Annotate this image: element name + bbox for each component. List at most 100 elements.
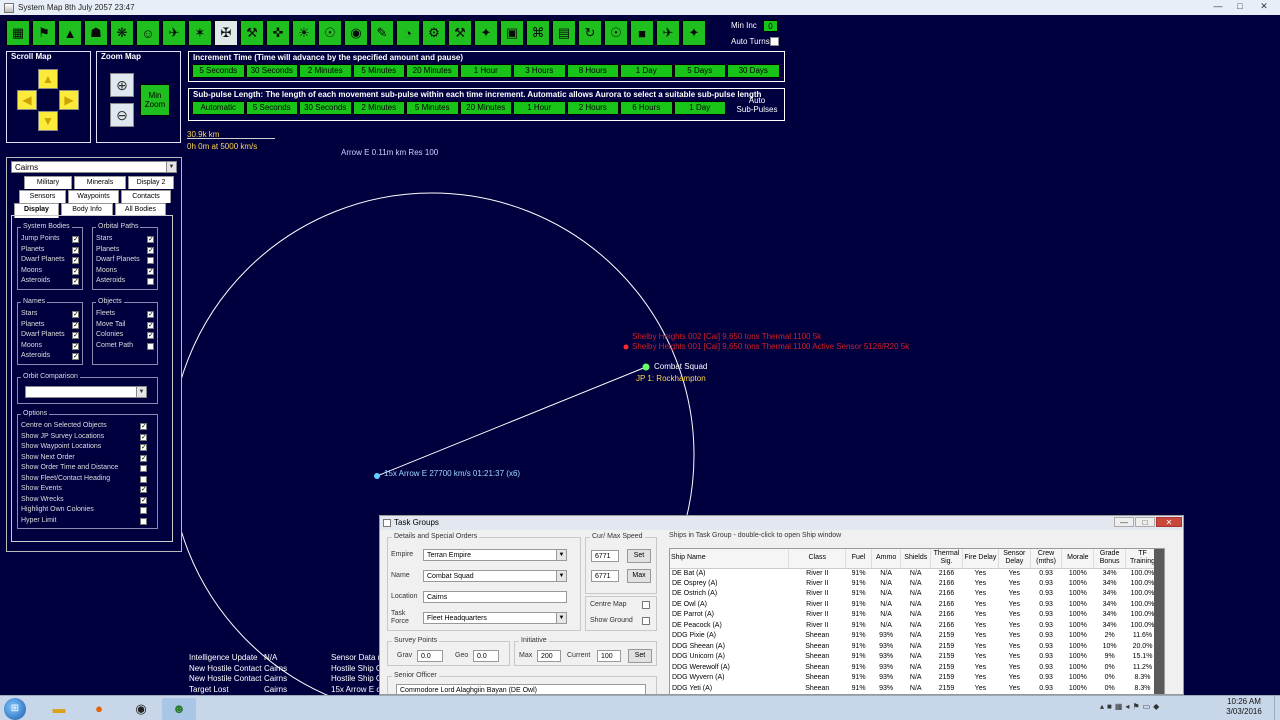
column-header[interactable]: Crew (mths) (1030, 549, 1063, 569)
task-group-select[interactable]: Combat Squad ▼ (423, 570, 567, 582)
tab-sensors[interactable]: Sensors (19, 190, 66, 203)
maximize-button[interactable]: □ (1230, 1, 1250, 13)
table-row[interactable]: DDG Yeti (A) Sheean 91% 93% N/A 2159 Yes Yes 0.9… (670, 684, 1160, 695)
column-header[interactable]: Morale (1061, 549, 1095, 569)
initiative-current-field[interactable]: 100 (597, 650, 621, 662)
auto-subpulses-label[interactable]: Auto Sub-Pulses (729, 96, 785, 114)
increment-button-30-seconds[interactable]: 30 Seconds (245, 64, 298, 78)
subpulse-button-30-seconds[interactable]: 30 Seconds (299, 101, 352, 115)
option-checkbox[interactable]: ✓ (72, 246, 79, 254)
auto-turns-checkbox[interactable] (770, 37, 779, 46)
show-ground-checkbox[interactable] (642, 617, 650, 625)
option-checkbox[interactable]: ✓ (140, 433, 147, 441)
table-row[interactable]: DDG Unicorn (A) Sheean 91% 93% N/A 2159 Yes Yes… (670, 652, 1160, 663)
task-force-select[interactable]: Fleet Headquarters ▼ (423, 612, 567, 624)
ground-unit-icon[interactable]: ⚙ (422, 20, 446, 46)
system-tray[interactable]: ▴ ■ ▦ ◂ ⚑ ▭ ◆ (1100, 702, 1159, 711)
tray-up-icon[interactable]: ▴ (1100, 702, 1104, 711)
research-icon[interactable]: ☗ (84, 20, 108, 46)
column-header[interactable]: Grade Bonus (1093, 549, 1127, 569)
tab-contacts[interactable]: Contacts (121, 190, 171, 203)
column-header[interactable]: Thermal Sig. (930, 549, 963, 569)
subpulse-button-5-seconds[interactable]: 5 Seconds (245, 101, 298, 115)
subpulse-button-5-minutes[interactable]: 5 Minutes (406, 101, 459, 115)
option-checkbox[interactable]: ✓ (140, 444, 147, 451)
option-checkbox[interactable]: ✓ (147, 332, 154, 339)
obs-icon[interactable]: ◉ (124, 698, 158, 720)
alien-icon[interactable]: ◉ (344, 20, 368, 46)
fighter-icon[interactable]: ✠ (214, 20, 238, 46)
table-row[interactable]: DE Bat (A) River II 91% N/A N/A 2166 Yes Yes 0.9… (670, 568, 1160, 579)
table-row[interactable]: DDG Wyvern (A) Sheean 91% 93% N/A 2159 Yes Yes 0… (670, 673, 1160, 684)
option-checkbox[interactable] (147, 257, 154, 264)
zoom-out-icon[interactable]: ⊖ (110, 103, 134, 127)
missile-icon[interactable]: ✶ (188, 20, 212, 46)
increment-button-1-hour[interactable]: 1 Hour (459, 64, 512, 78)
current-speed-field[interactable]: 6771 (591, 550, 619, 562)
option-checkbox[interactable]: ✓ (140, 496, 147, 504)
option-checkbox[interactable]: ✓ (140, 454, 147, 462)
option-checkbox[interactable]: ✓ (72, 332, 79, 339)
column-header[interactable]: Sensor Delay (998, 549, 1031, 569)
events-icon[interactable]: ↻ (578, 20, 602, 46)
increment-button-5-minutes[interactable]: 5 Minutes (352, 64, 405, 78)
globe-icon[interactable]: ◔ (396, 20, 420, 46)
column-header[interactable]: Ammo (871, 549, 902, 569)
orbit-comparison-select[interactable]: ▼ (25, 386, 147, 398)
option-checkbox[interactable]: ✓ (72, 257, 79, 264)
subpulse-button-1-day[interactable]: 1 Day (673, 101, 726, 115)
increment-button-5-seconds[interactable]: 5 Seconds (192, 64, 245, 78)
column-header[interactable]: Fire Delay (962, 549, 999, 569)
tg-close-button[interactable]: ✕ (1156, 517, 1182, 527)
scroll-up-arrow-icon[interactable]: ▲ (38, 69, 58, 89)
table-row[interactable]: DDG Werewolf (A) Sheean 91% 93% N/A 2159 Yes Ye… (670, 663, 1160, 674)
table-row[interactable]: DE Parrot (A) River II 91% N/A N/A 2166 Yes Yes… (670, 610, 1160, 621)
tech-icon[interactable]: ⌘ (526, 20, 550, 46)
option-checkbox[interactable]: ✓ (72, 342, 79, 350)
increment-button-8-hours[interactable]: 8 Hours (566, 64, 619, 78)
task-groups-titlebar[interactable]: Task Groups — □ ✕ (380, 516, 1183, 530)
taskbar-clock[interactable]: 10:26 AM 3/03/2016 (1218, 697, 1270, 717)
column-header[interactable]: Fuel (845, 549, 872, 569)
sun-icon[interactable]: ☀ (292, 20, 316, 46)
option-checkbox[interactable]: ✓ (140, 423, 147, 430)
option-checkbox[interactable] (147, 342, 154, 350)
table-row[interactable]: DE Peacock (A) River II 91% N/A N/A 2166 Yes Ye… (670, 621, 1160, 632)
tray-shield-icon[interactable]: ◆ (1153, 702, 1159, 711)
tray-app-icon[interactable]: ■ (1107, 702, 1112, 711)
option-checkbox[interactable]: ✓ (147, 321, 154, 329)
tray-battery-icon[interactable]: ▭ (1143, 702, 1151, 711)
centre-map-checkbox[interactable] (642, 601, 650, 609)
tab-waypoints[interactable]: Waypoints (68, 190, 119, 203)
firefox-icon[interactable]: ● (82, 698, 116, 720)
scroll-left-arrow-icon[interactable]: ◀ (17, 90, 37, 110)
turret-icon[interactable]: ⚒ (240, 20, 264, 46)
explorer-icon[interactable]: ▬ (42, 698, 76, 720)
crosshair-icon[interactable]: ✜ (266, 20, 290, 46)
increment-button-2-minutes[interactable]: 2 Minutes (299, 64, 352, 78)
option-checkbox[interactable]: ✓ (147, 311, 154, 318)
option-checkbox[interactable]: ✓ (72, 278, 79, 285)
option-checkbox[interactable]: ✓ (72, 353, 79, 360)
theme-icon[interactable]: ✦ (682, 20, 706, 46)
close-button[interactable]: ✕ (1252, 1, 1276, 13)
scroll-right-arrow-icon[interactable]: ▶ (59, 90, 79, 110)
ship-design-icon[interactable]: ✈ (162, 20, 186, 46)
option-checkbox[interactable]: ✓ (147, 267, 154, 275)
minerals-icon[interactable]: ▤ (552, 20, 576, 46)
option-checkbox[interactable]: ✓ (147, 236, 154, 243)
option-checkbox[interactable]: ✓ (72, 311, 79, 318)
option-checkbox[interactable]: ✓ (72, 236, 79, 243)
show-desktop-button[interactable] (1274, 696, 1280, 720)
subpulse-button-1-hour[interactable]: 1 Hour (513, 101, 566, 115)
window-titlebar[interactable]: System Map 8th July 2057 23:47 — □ ✕ (0, 0, 1280, 15)
commander-icon[interactable]: ☺ (136, 20, 160, 46)
hammer-icon[interactable]: ⚒ (448, 20, 472, 46)
tab-military[interactable]: Military (24, 176, 72, 189)
subpulse-button-6-hours[interactable]: 6 Hours (620, 101, 673, 115)
column-header[interactable]: Ship Name (670, 549, 790, 569)
planet-icon[interactable]: ❋ (110, 20, 134, 46)
subpulse-button-20-minutes[interactable]: 20 Minutes (459, 101, 512, 115)
min-inc-value[interactable]: 0 (763, 20, 778, 32)
shipyard-icon[interactable]: ▲ (58, 20, 82, 46)
